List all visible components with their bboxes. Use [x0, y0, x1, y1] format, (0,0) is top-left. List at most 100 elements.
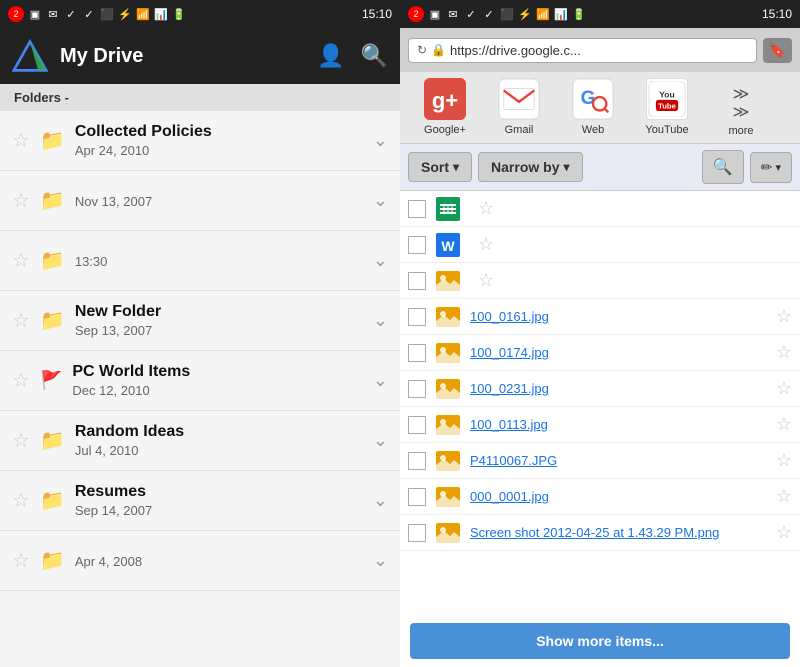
- chevron-icon[interactable]: ⌄: [373, 430, 388, 451]
- file-checkbox[interactable]: [408, 344, 426, 362]
- chevron-icon[interactable]: ⌄: [373, 490, 388, 511]
- sort-button[interactable]: Sort ▾: [408, 152, 472, 182]
- bookmark-button[interactable]: 🔖: [763, 38, 792, 63]
- file-checkbox[interactable]: [408, 452, 426, 470]
- bookmark-more[interactable]: ≫ ≫ more: [704, 78, 778, 137]
- bookmark-gmail[interactable]: Gmail: [482, 78, 556, 136]
- time-display-right: 15:10: [762, 7, 792, 21]
- folder-date: Apr 4, 2008: [75, 554, 373, 569]
- file-checkbox[interactable]: [408, 308, 426, 326]
- show-more-button[interactable]: Show more items...: [410, 623, 790, 659]
- bookmark-gplus[interactable]: g+ Google+: [408, 78, 482, 136]
- folder-info: Apr 4, 2008: [75, 552, 373, 569]
- chevron-icon[interactable]: ⌄: [373, 550, 388, 571]
- table-row[interactable]: ☆: [400, 191, 800, 227]
- list-item[interactable]: ☆ 📁 Collected Policies Apr 24, 2010 ⌄: [0, 111, 400, 171]
- search-button[interactable]: 🔍: [702, 150, 744, 184]
- file-name-link[interactable]: P4110067.JPG: [470, 453, 768, 468]
- file-checkbox[interactable]: [408, 272, 426, 290]
- folder-list: ☆ 📁 Collected Policies Apr 24, 2010 ⌄ ☆ …: [0, 111, 400, 667]
- url-box[interactable]: ↻ 🔒 https://drive.google.c...: [408, 38, 757, 63]
- file-star-icon[interactable]: ☆: [776, 342, 792, 363]
- more-label: more: [728, 125, 753, 137]
- time-display-left: 15:10: [362, 7, 392, 21]
- file-star-icon[interactable]: ☆: [776, 414, 792, 435]
- star-icon[interactable]: ☆: [12, 548, 30, 573]
- file-name-link[interactable]: 100_0231.jpg: [470, 381, 768, 396]
- file-star-icon[interactable]: ☆: [478, 234, 494, 255]
- file-star-icon[interactable]: ☆: [478, 270, 494, 291]
- search-icon[interactable]: 🔍: [361, 43, 388, 69]
- file-name-link[interactable]: 100_0113.jpg: [470, 417, 768, 432]
- table-row[interactable]: 100_0174.jpg ☆: [400, 335, 800, 371]
- bluetooth2-icon: ⚡: [518, 7, 532, 21]
- chevron-icon[interactable]: ⌄: [373, 250, 388, 271]
- folder-name: PC World Items: [72, 363, 373, 381]
- star-icon[interactable]: ☆: [12, 128, 30, 153]
- table-row[interactable]: 100_0161.jpg ☆: [400, 299, 800, 335]
- wifi2-icon: 📶: [536, 7, 550, 21]
- bookmark-web[interactable]: G Web: [556, 78, 630, 136]
- folder-name: Collected Policies: [75, 123, 373, 141]
- list-item[interactable]: ☆ 📁 Resumes Sep 14, 2007 ⌄: [0, 471, 400, 531]
- table-row[interactable]: W ☆: [400, 227, 800, 263]
- table-row[interactable]: 100_0231.jpg ☆: [400, 371, 800, 407]
- list-item[interactable]: ☆ 📁 Nov 13, 2007 ⌄: [0, 171, 400, 231]
- check4-icon: ✓: [482, 7, 496, 21]
- status-bar-right: 2 ▣ ✉ ✓ ✓ ⬛ ⚡ 📶 📊 🔋 15:10: [400, 0, 800, 28]
- folder-name: New Folder: [75, 303, 373, 321]
- file-star-icon[interactable]: ☆: [776, 306, 792, 327]
- chevron-icon[interactable]: ⌄: [373, 370, 388, 391]
- compose-button[interactable]: ✏ ▾: [750, 152, 792, 183]
- chevron-icon[interactable]: ⌄: [373, 190, 388, 211]
- file-name-link[interactable]: 100_0174.jpg: [470, 345, 768, 360]
- chevron-icon[interactable]: ⌄: [373, 310, 388, 331]
- table-row[interactable]: Screen shot 2012-04-25 at 1.43.29 PM.png…: [400, 515, 800, 551]
- star-icon[interactable]: ☆: [12, 308, 30, 333]
- file-checkbox[interactable]: [408, 488, 426, 506]
- list-item[interactable]: ☆ 📁 13:30 ⌄: [0, 231, 400, 291]
- file-name-link[interactable]: 000_0001.jpg: [470, 489, 768, 504]
- sim2-icon: ▣: [428, 7, 442, 21]
- file-checkbox[interactable]: [408, 200, 426, 218]
- file-star-icon[interactable]: ☆: [776, 486, 792, 507]
- list-item[interactable]: ☆ 📁 Apr 4, 2008 ⌄: [0, 531, 400, 591]
- file-checkbox[interactable]: [408, 380, 426, 398]
- star-icon[interactable]: ☆: [12, 188, 30, 213]
- app-header: My Drive 👤 🔍: [0, 28, 400, 84]
- compose-dropdown-icon: ▾: [775, 161, 781, 174]
- list-item[interactable]: ☆ 🚩 PC World Items Dec 12, 2010 ⌄: [0, 351, 400, 411]
- folder-info: New Folder Sep 13, 2007: [75, 303, 373, 338]
- signal-icon: 📊: [154, 7, 168, 21]
- bookmark-youtube[interactable]: You Tube YouTube: [630, 78, 704, 136]
- chevron-icon[interactable]: ⌄: [373, 130, 388, 151]
- gmail-icon: [498, 78, 540, 120]
- table-row[interactable]: 100_0113.jpg ☆: [400, 407, 800, 443]
- table-row[interactable]: 000_0001.jpg ☆: [400, 479, 800, 515]
- youtube-label: YouTube: [645, 124, 688, 136]
- file-checkbox[interactable]: [408, 236, 426, 254]
- star-icon[interactable]: ☆: [12, 368, 30, 393]
- star-icon[interactable]: ☆: [12, 488, 30, 513]
- list-item[interactable]: ☆ 📁 Random Ideas Jul 4, 2010 ⌄: [0, 411, 400, 471]
- table-row[interactable]: P4110067.JPG ☆: [400, 443, 800, 479]
- drive-toolbar: Sort ▾ Narrow by ▾ 🔍 ✏ ▾: [400, 144, 800, 191]
- narrow-by-button[interactable]: Narrow by ▾: [478, 152, 583, 182]
- list-item[interactable]: ☆ 📁 New Folder Sep 13, 2007 ⌄: [0, 291, 400, 351]
- account-icon[interactable]: 👤: [317, 43, 344, 69]
- file-star-icon[interactable]: ☆: [776, 522, 792, 543]
- file-star-icon[interactable]: ☆: [478, 198, 494, 219]
- file-name-link[interactable]: Screen shot 2012-04-25 at 1.43.29 PM.png: [470, 525, 768, 540]
- file-star-icon[interactable]: ☆: [776, 378, 792, 399]
- header-icons: 👤 🔍: [317, 43, 388, 69]
- table-row[interactable]: ☆: [400, 263, 800, 299]
- file-name-link[interactable]: 100_0161.jpg: [470, 309, 768, 324]
- right-panel: 2 ▣ ✉ ✓ ✓ ⬛ ⚡ 📶 📊 🔋 15:10 ↻ 🔒 https://dr…: [400, 0, 800, 667]
- star-icon[interactable]: ☆: [12, 248, 30, 273]
- file-star-icon[interactable]: ☆: [776, 450, 792, 471]
- file-checkbox[interactable]: [408, 524, 426, 542]
- star-icon[interactable]: ☆: [12, 428, 30, 453]
- file-checkbox[interactable]: [408, 416, 426, 434]
- folder-date: Sep 13, 2007: [75, 323, 373, 338]
- file-thumbnail: [434, 305, 462, 329]
